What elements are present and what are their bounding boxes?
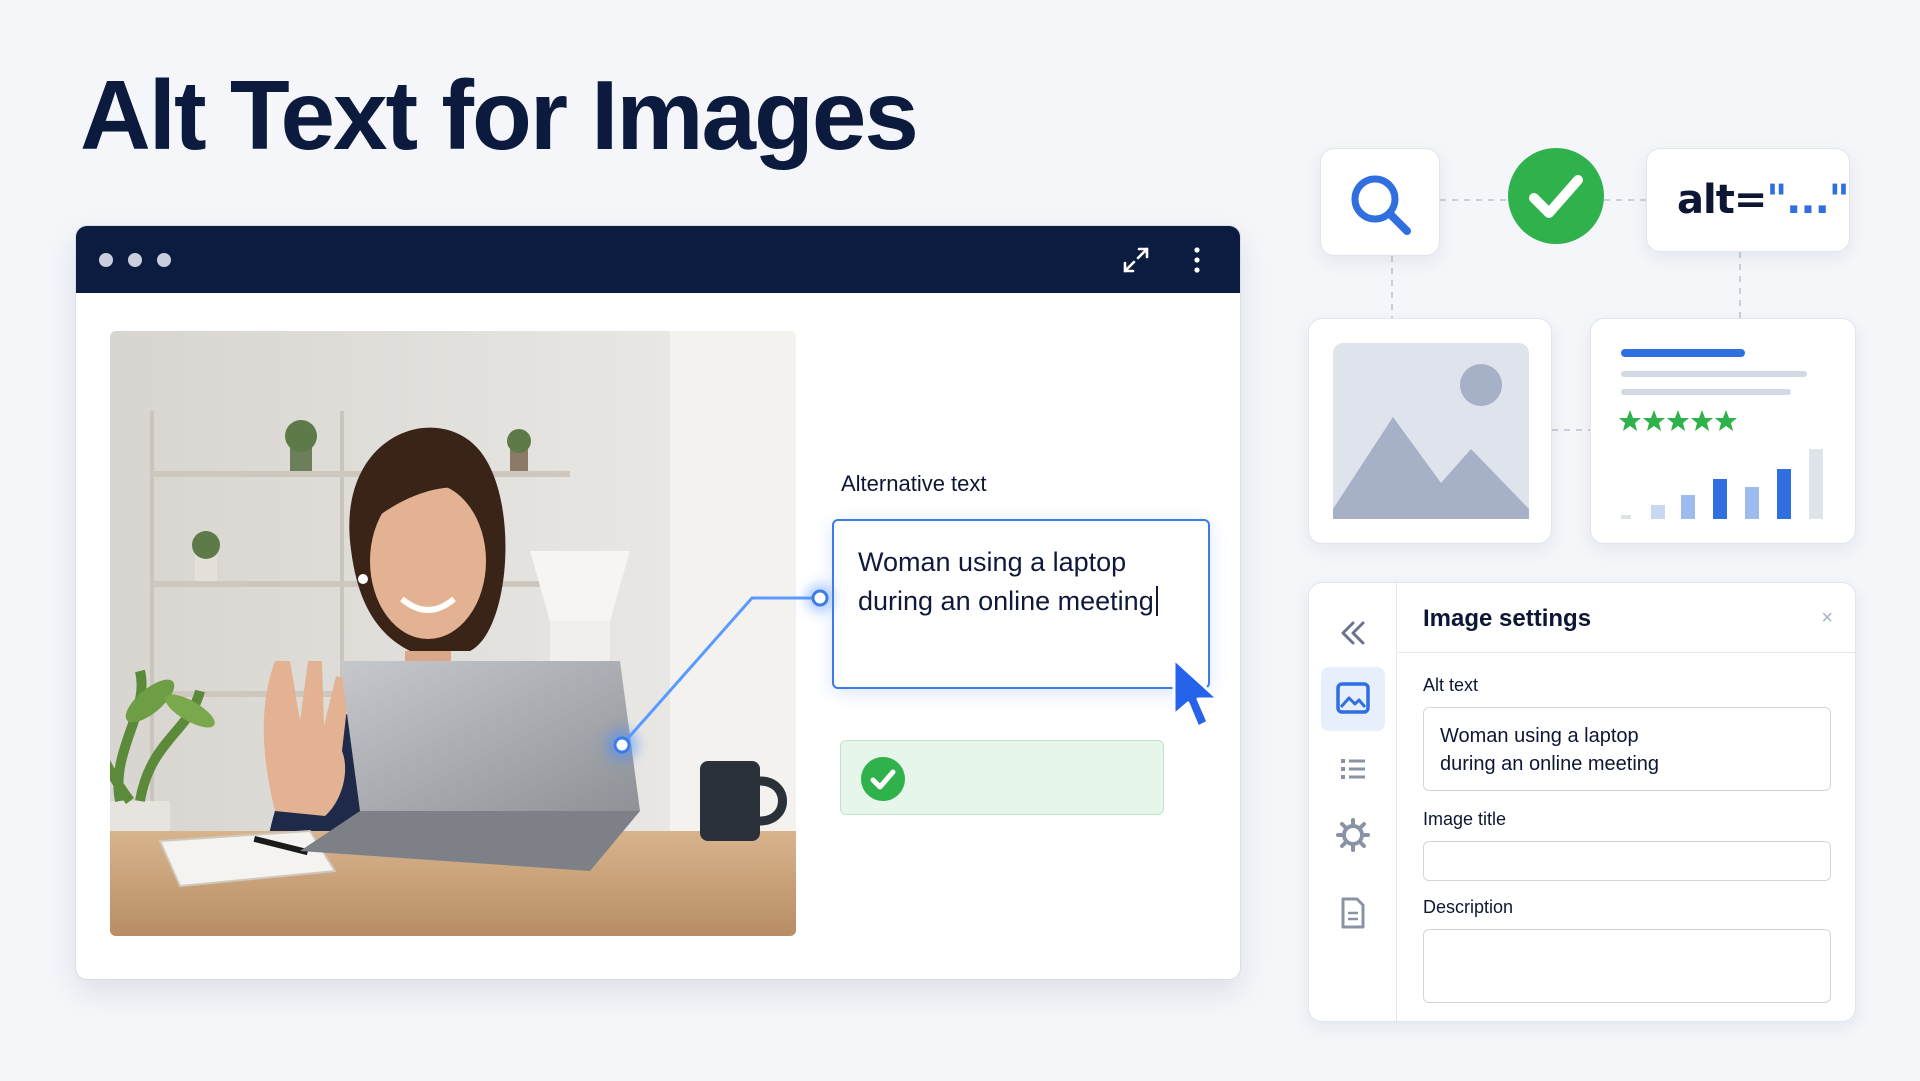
expand-icon[interactable] — [1122, 246, 1150, 274]
gear-icon[interactable] — [1331, 813, 1375, 857]
alt-text-field[interactable]: Woman using a laptop during an online me… — [1423, 707, 1831, 791]
check-circle-icon — [861, 757, 905, 801]
settings-side-rail — [1309, 583, 1397, 1021]
image-placeholder-card — [1308, 318, 1552, 544]
page-title: Alt Text for Images — [80, 60, 919, 170]
image-title-label: Image title — [1423, 809, 1507, 829]
alt-text-input[interactable]: Woman using a laptop during an online me… — [832, 519, 1210, 689]
text-caret — [1155, 586, 1158, 616]
image-icon — [1336, 682, 1370, 714]
rail-item-image[interactable] — [1321, 667, 1385, 731]
browser-titlebar — [76, 226, 1240, 293]
window-dot-icon[interactable] — [128, 253, 142, 267]
star-rating — [1619, 410, 1737, 431]
image-title-field[interactable] — [1423, 841, 1831, 881]
image-placeholder-icon — [1333, 343, 1529, 519]
alt-attribute-name: alt= — [1677, 177, 1767, 223]
search-icon — [1351, 175, 1411, 235]
browser-window: Alternative text Woman using a laptop du… — [75, 225, 1241, 980]
collapse-icon[interactable] — [1331, 611, 1375, 655]
alt-text-field-label: Alternative text — [841, 471, 987, 496]
image-title-value — [1424, 842, 1830, 870]
alt-text-line: Woman using a laptop — [858, 547, 1127, 577]
search-card[interactable] — [1320, 148, 1440, 256]
alt-text-line: during an online meeting — [858, 586, 1154, 616]
list-icon[interactable] — [1331, 747, 1375, 791]
window-dot-icon[interactable] — [157, 253, 171, 267]
window-dot-icon[interactable] — [99, 253, 113, 267]
photo-woman-laptop — [110, 331, 796, 936]
close-icon[interactable]: × — [1821, 607, 1833, 630]
alt-text-value-line: Woman using a laptop — [1440, 725, 1639, 747]
description-value — [1424, 930, 1830, 958]
alt-attribute-value: "..." — [1766, 177, 1849, 223]
document-icon[interactable] — [1331, 891, 1375, 935]
mini-chart — [1619, 349, 1823, 519]
panel-header: Image settings × — [1398, 583, 1855, 653]
mouse-cursor-icon — [1172, 657, 1220, 729]
panel-title: Image settings — [1423, 605, 1592, 632]
alt-text-value-line: during an online meeting — [1440, 753, 1660, 775]
alt-text-label: Alt text — [1423, 675, 1479, 695]
success-message — [840, 740, 1164, 815]
content-preview-card — [1590, 318, 1856, 544]
kebab-menu-icon[interactable] — [1192, 246, 1202, 274]
description-field[interactable] — [1423, 929, 1831, 1003]
check-circle-icon — [1508, 148, 1604, 244]
image-settings-panel: Image settings × Alt text Woman using a … — [1308, 582, 1856, 1022]
description-label: Description — [1423, 897, 1514, 917]
alt-attribute-card: alt="..." — [1646, 148, 1850, 252]
